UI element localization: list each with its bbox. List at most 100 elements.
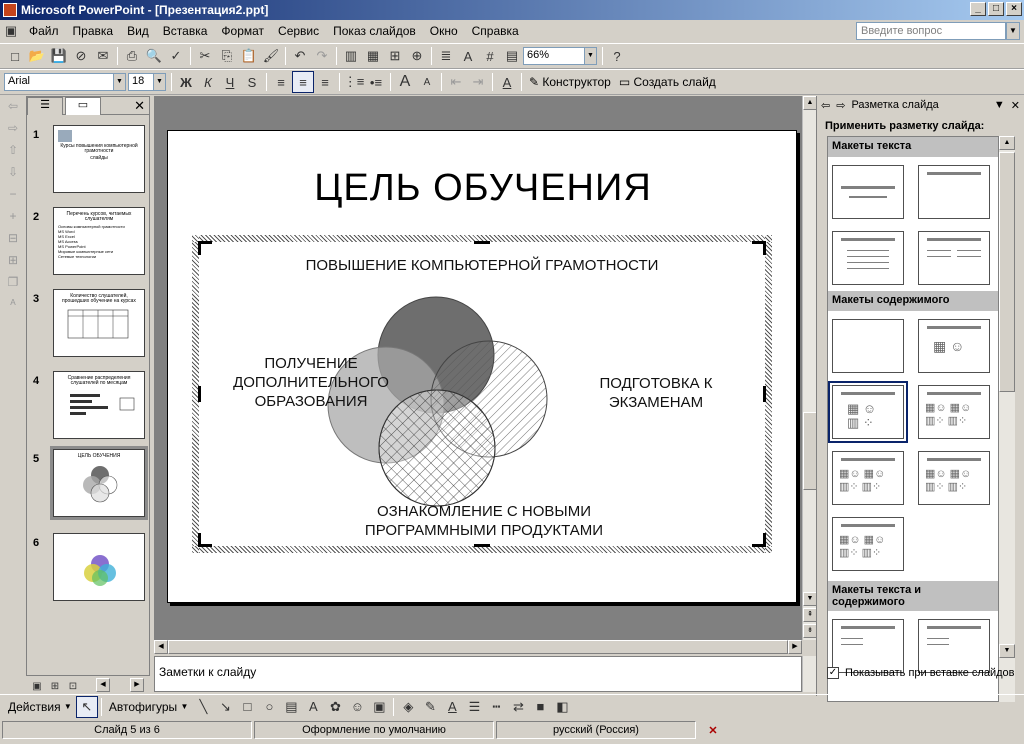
arrow-icon[interactable]: ↘ [214, 696, 236, 718]
slide-thumbnail-selected[interactable]: ЦЕЛЬ ОБУЧЕНИЯ [50, 446, 148, 520]
thumbnail-row-6[interactable]: 6 [31, 533, 147, 603]
crop-handle[interactable] [198, 533, 212, 547]
label-bottom[interactable]: ОЗНАКОМЛЕНИЕ С НОВЫМИ ПРОГРАММНЫМИ ПРОДУ… [349, 502, 619, 540]
layout-four-content[interactable]: ▦☺ ▦☺ ▥⁘ ▥⁘ [832, 517, 904, 571]
slide-hscroll[interactable]: ◀ ▶ [154, 640, 802, 654]
menu-help[interactable]: Справка [465, 24, 526, 38]
spelling-icon[interactable]: ✓ [165, 45, 187, 67]
crop-handle[interactable] [763, 386, 766, 402]
decrease-font-icon[interactable]: A [416, 71, 438, 93]
slide-vscroll[interactable]: ▲ ▼ ⇞ ⇟ [802, 96, 817, 640]
minimize-button[interactable]: _ [970, 2, 986, 16]
scroll-down-icon[interactable]: ▼ [803, 592, 817, 606]
forward-icon[interactable]: ⇨ [836, 99, 845, 112]
undo-icon[interactable]: ↶ [289, 45, 311, 67]
layout-content-grid-b[interactable]: ▦☺ ▦☺ ▥⁘ ▥⁘ [918, 451, 990, 505]
notes-pane[interactable]: Заметки к слайду [154, 656, 802, 692]
shadow-button[interactable]: S [241, 71, 263, 93]
layout-text-content-b[interactable] [918, 619, 990, 673]
fill-color-icon[interactable]: ◈ [397, 696, 419, 718]
slide-thumbnail[interactable]: Количество слушателей, прошедших обучени… [53, 289, 145, 357]
tab-slides[interactable]: ▭ [65, 97, 101, 115]
collapse-icon[interactable]: − [2, 187, 24, 207]
task-pane-vscroll[interactable]: ▲ ▼ [999, 136, 1015, 702]
scroll-right-icon[interactable]: ▶ [130, 678, 144, 692]
hscroll-right-icon[interactable]: ▶ [788, 640, 802, 654]
menu-insert[interactable]: Вставка [156, 24, 215, 38]
slide-thumbnail[interactable] [53, 533, 145, 601]
layout-content[interactable]: ▦ ☺ [918, 319, 990, 373]
format-painter-icon[interactable]: 🖌 [260, 45, 282, 67]
hscroll-left-icon[interactable]: ◀ [154, 640, 168, 654]
ask-question-input[interactable]: Введите вопрос [856, 22, 1006, 40]
font-color-draw-icon[interactable]: A [441, 696, 463, 718]
textbox-icon[interactable]: ▤ [280, 696, 302, 718]
save-icon[interactable]: 💾 [48, 45, 70, 67]
table-icon[interactable]: ▦ [362, 45, 384, 67]
thumbnail-row-3[interactable]: 3 Количество слушателей, прошедших обуче… [31, 289, 147, 359]
font-size-select[interactable]: 18 ▼ [128, 73, 166, 91]
crop-handle[interactable] [752, 241, 766, 255]
line-color-icon[interactable]: ✎ [419, 696, 441, 718]
label-left[interactable]: ПОЛУЧЕНИЕ ДОПОЛНИТЕЛЬНОГО ОБРАЗОВАНИЯ [227, 354, 395, 411]
task-pane-menu-icon[interactable]: ▼ [994, 99, 1005, 111]
layout-title-content-selected[interactable]: ▦ ☺ ▥ ⁘ [828, 381, 908, 443]
show-on-insert-checkbox[interactable]: ✓ [827, 667, 839, 679]
layout-two-content[interactable]: ▦☺ ▦☺ ▥⁘ ▥⁘ [918, 385, 990, 439]
normal-view-icon[interactable]: ▣ [29, 679, 45, 693]
cut-icon[interactable]: ✂ [194, 45, 216, 67]
summary-slide-icon[interactable]: ❐ [2, 275, 24, 295]
font-color-icon[interactable]: A [496, 71, 518, 93]
arrow-style-icon[interactable]: ⇄ [507, 696, 529, 718]
show-formatting-icon[interactable]: ᴬ [2, 297, 24, 317]
demote-icon[interactable]: ⇨ [2, 121, 24, 141]
menu-format[interactable]: Формат [214, 24, 271, 38]
menu-slideshow[interactable]: Показ слайдов [326, 24, 423, 38]
chart-icon[interactable]: ▥ [340, 45, 362, 67]
diagram-icon[interactable]: ✿ [324, 696, 346, 718]
notes-vscroll[interactable] [802, 656, 816, 692]
increase-font-icon[interactable]: A [394, 71, 416, 93]
spelling-status-icon[interactable]: ✕ [698, 721, 728, 739]
rectangle-icon[interactable]: □ [236, 696, 258, 718]
back-icon[interactable]: ⇦ [821, 99, 830, 112]
show-on-insert-checkbox-row[interactable]: ✓ Показывать при вставке слайдов [827, 667, 1015, 679]
slide-canvas[interactable]: ЦЕЛЬ ОБУЧЕНИЯ ПОВЫШЕНИЕ КОМПЬЮТЕРНОЙ ГРА… [167, 130, 797, 603]
zoom-select[interactable]: 66% ▼ [523, 47, 597, 65]
clipart-icon[interactable]: ☺ [346, 696, 368, 718]
designer-button[interactable]: ✎ Конструктор [525, 75, 615, 89]
zoom-dropdown-icon[interactable]: ▼ [584, 48, 596, 64]
layout-two-columns[interactable] [918, 231, 990, 285]
tables-borders-icon[interactable]: ⊞ [384, 45, 406, 67]
align-right-icon[interactable]: ≡ [314, 71, 336, 93]
slide-thumbnail[interactable]: Курсы повышения компьютерной грамотности… [53, 125, 145, 193]
crop-handle[interactable] [198, 241, 212, 255]
shadow-style-icon[interactable]: ■ [529, 696, 551, 718]
layout-title-text[interactable] [832, 231, 904, 285]
scroll-left-icon[interactable]: ◀ [96, 678, 110, 692]
bullets-icon[interactable]: •≡ [365, 71, 387, 93]
document-icon[interactable]: ▣ [0, 20, 22, 42]
crop-handle[interactable] [474, 241, 490, 244]
numbering-icon[interactable]: ⋮≡ [343, 71, 365, 93]
sorter-view-icon[interactable]: ⊞ [47, 679, 63, 693]
size-dropdown-icon[interactable]: ▼ [153, 74, 165, 90]
expand-icon[interactable]: ≣ [435, 45, 457, 67]
font-dropdown-icon[interactable]: ▼ [113, 74, 125, 90]
collapse-all-icon[interactable]: ⊟ [2, 231, 24, 251]
move-up-icon[interactable]: ⇧ [2, 143, 24, 163]
slide-title[interactable]: ЦЕЛЬ ОБУЧЕНИЯ [168, 167, 798, 210]
task-pane-close-icon[interactable]: ✕ [1011, 99, 1020, 112]
scroll-up-icon[interactable]: ▲ [803, 96, 817, 110]
close-button[interactable]: × [1006, 2, 1022, 16]
promote-icon[interactable]: ⇦ [2, 99, 24, 119]
layout-text-content-a[interactable] [832, 619, 904, 673]
hyperlink-icon[interactable]: ⊕ [406, 45, 428, 67]
hscroll-thumb[interactable] [168, 640, 788, 654]
align-left-icon[interactable]: ≡ [270, 71, 292, 93]
diagram-placeholder[interactable]: ПОВЫШЕНИЕ КОМПЬЮТЕРНОЙ ГРАМОТНОСТИ ПОЛУЧ… [192, 235, 772, 553]
thumbnail-row-2[interactable]: 2 Перечень курсов, читаемых слушателям О… [31, 207, 147, 277]
crop-handle[interactable] [198, 386, 201, 402]
picture-icon[interactable]: ▣ [368, 696, 390, 718]
slide-thumbnail[interactable]: Перечень курсов, читаемых слушателям Осн… [53, 207, 145, 275]
